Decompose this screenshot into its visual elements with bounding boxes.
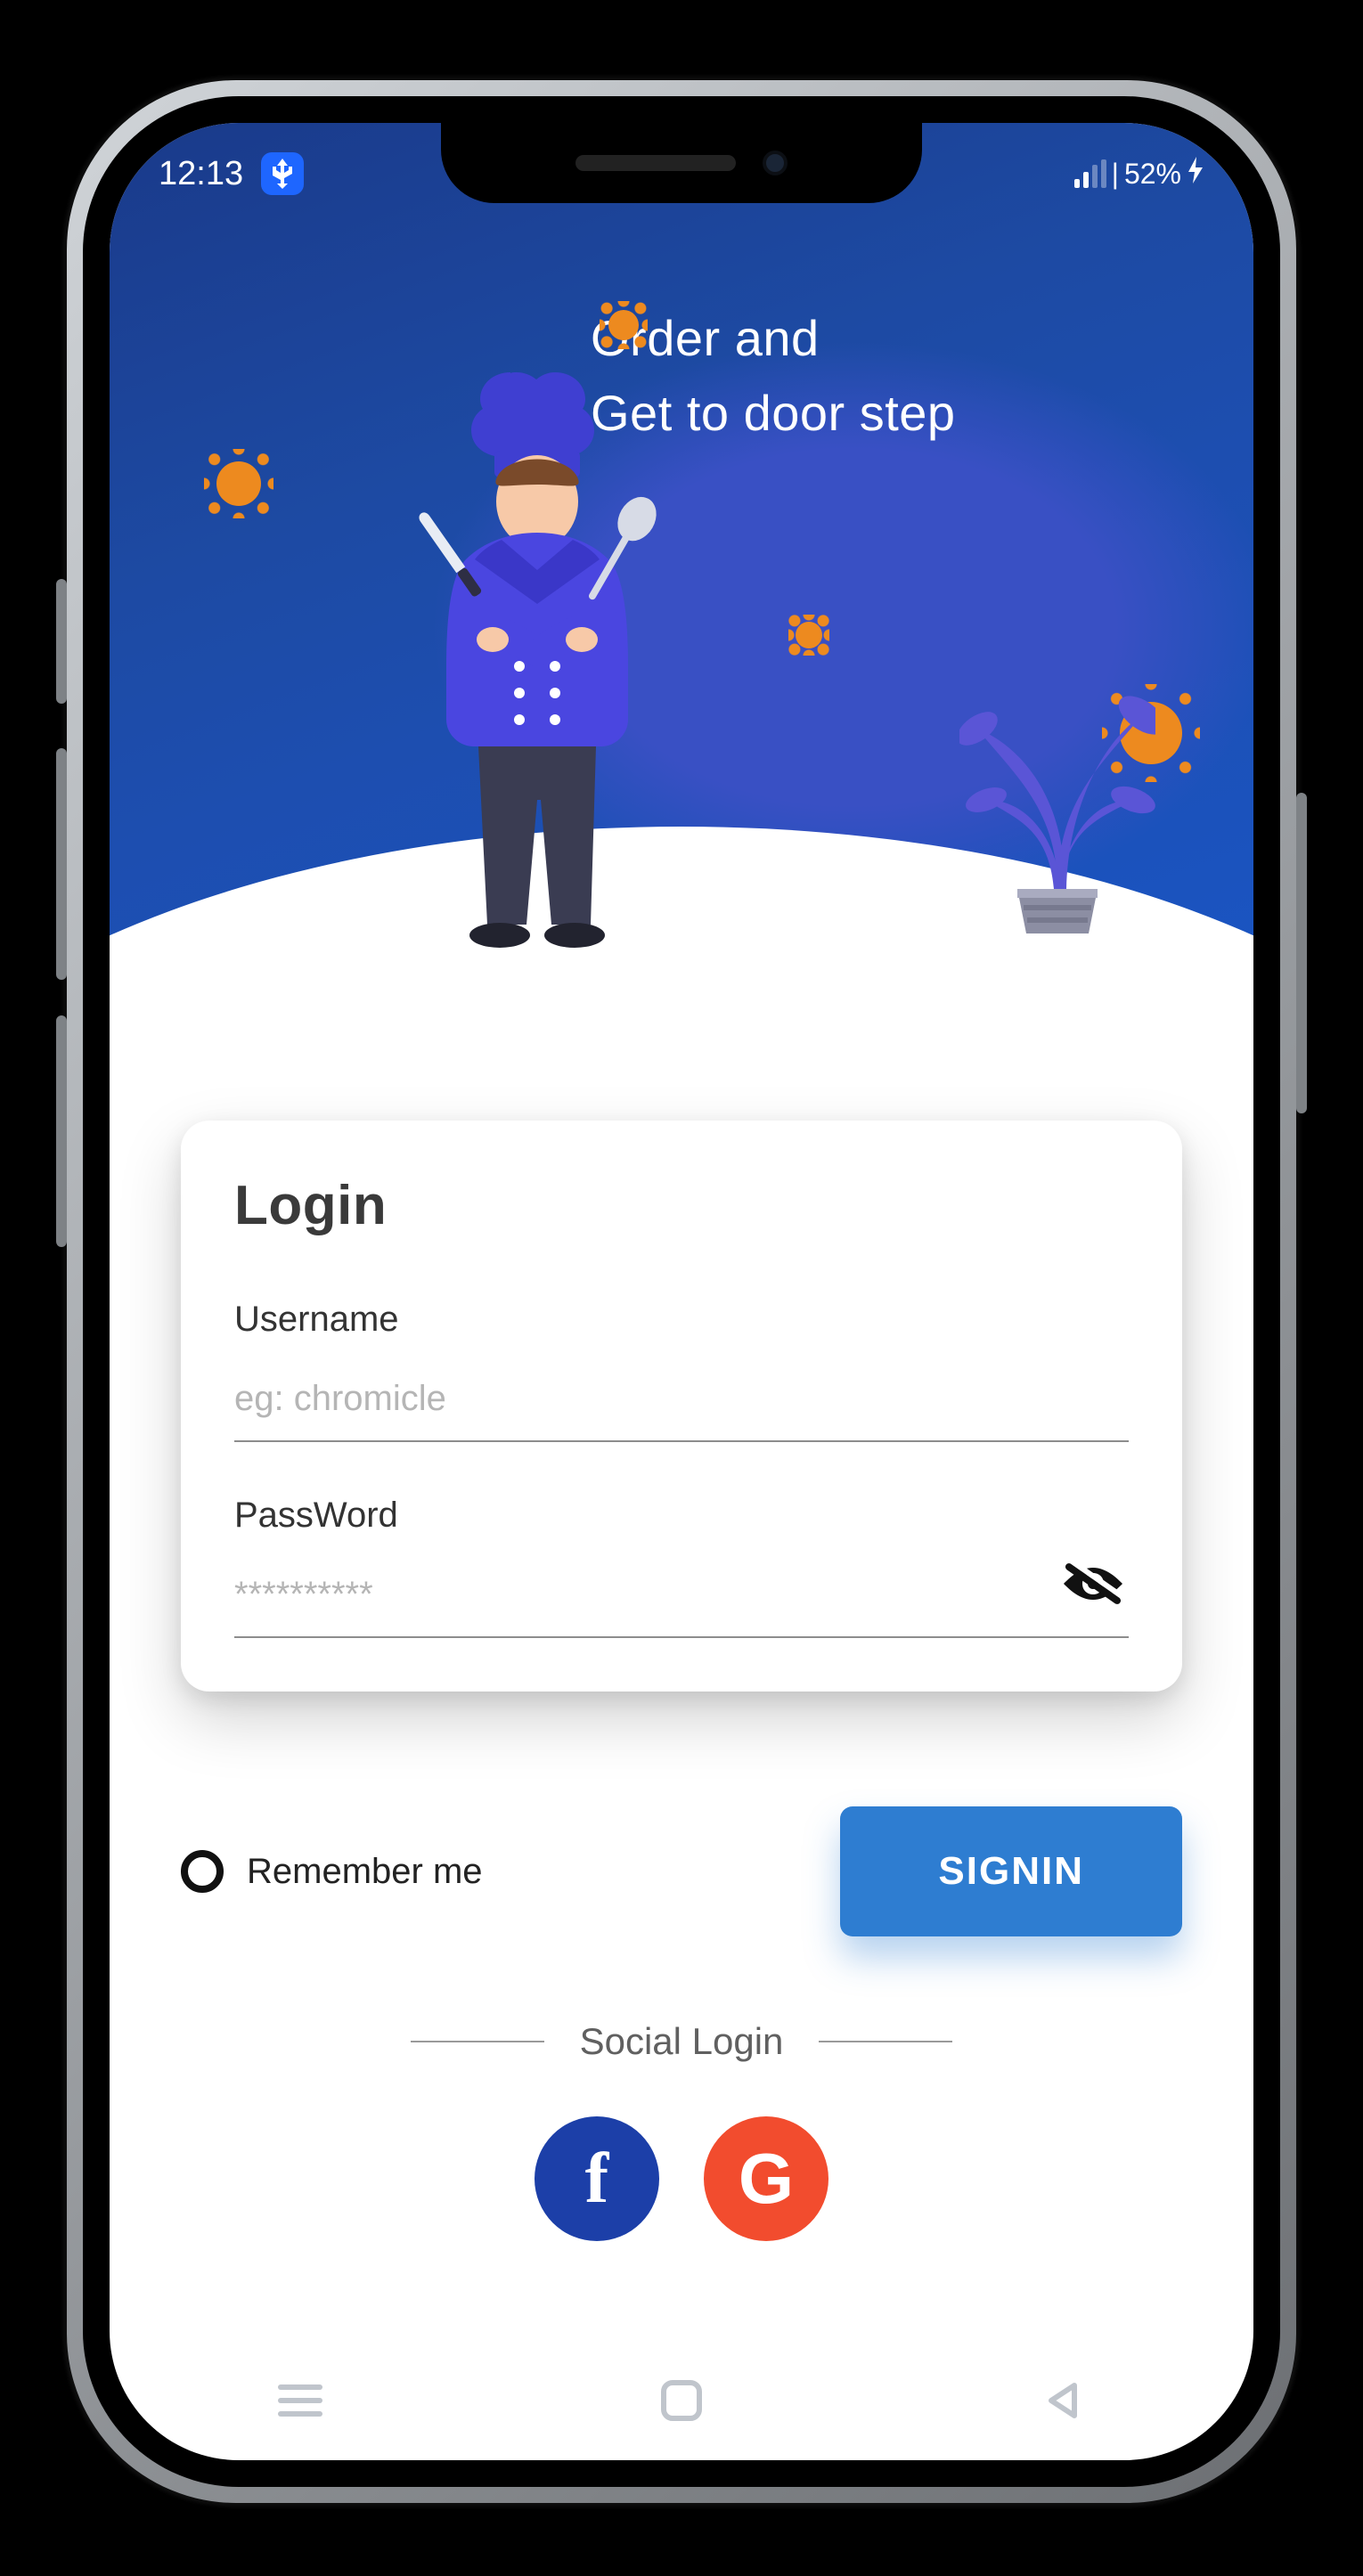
remember-me-toggle[interactable]: Remember me <box>181 1850 483 1893</box>
social-login-section: Social Login f G <box>181 2020 1182 2241</box>
battery-text: 52% <box>1124 158 1181 191</box>
home-button[interactable] <box>655 2376 708 2429</box>
phone-front-camera <box>763 151 788 175</box>
phone-bezel: 12:13 | 52% <box>83 96 1280 2487</box>
status-separator: | <box>1112 158 1119 191</box>
phone-notch <box>441 123 922 203</box>
status-right: | 52% <box>1074 157 1204 191</box>
square-icon <box>661 2380 702 2425</box>
username-input[interactable] <box>234 1379 1129 1419</box>
back-button[interactable] <box>1036 2376 1090 2429</box>
chef-illustration <box>404 346 689 987</box>
android-nav-bar <box>110 2344 1253 2460</box>
decor-burst-icon <box>608 310 639 340</box>
charging-icon <box>1187 157 1204 191</box>
phone-frame: 12:13 | 52% <box>67 80 1296 2503</box>
password-field-row <box>234 1568 1129 1638</box>
social-login-title: Social Login <box>580 2020 784 2063</box>
back-triangle-icon <box>1042 2380 1083 2425</box>
username-field-row <box>234 1372 1129 1442</box>
divider-line <box>411 2041 544 2042</box>
password-label: PassWord <box>234 1496 1129 1536</box>
usb-icon <box>261 152 304 195</box>
recents-button[interactable] <box>273 2376 327 2429</box>
canvas: 12:13 | 52% <box>0 0 1363 2576</box>
social-login-title-row: Social Login <box>181 2020 1182 2063</box>
facebook-icon: f <box>585 2139 609 2220</box>
social-buttons: f G <box>181 2116 1182 2241</box>
menu-icon <box>278 2383 322 2423</box>
phone-speaker <box>575 155 736 171</box>
phone-power-button <box>1296 793 1307 1113</box>
status-time: 12:13 <box>159 155 243 193</box>
phone-screen: 12:13 | 52% <box>110 123 1253 2460</box>
login-card: Login Username PassWord <box>181 1121 1182 1692</box>
divider-line <box>819 2041 952 2042</box>
status-left: 12:13 <box>159 152 304 195</box>
signal-icon <box>1074 159 1106 188</box>
remember-me-label: Remember me <box>247 1852 483 1892</box>
eye-off-icon <box>1062 1561 1124 1611</box>
phone-volume-up <box>56 748 67 980</box>
decor-burst-icon <box>796 622 822 648</box>
google-icon: G <box>739 2138 794 2220</box>
password-input[interactable] <box>234 1575 1129 1615</box>
radio-unchecked-icon <box>181 1850 224 1893</box>
signin-button[interactable]: SIGNIN <box>840 1806 1182 1936</box>
username-label: Username <box>234 1300 1129 1340</box>
google-login-button[interactable]: G <box>704 2116 828 2241</box>
decor-burst-icon <box>216 461 261 506</box>
hero-banner: 12:13 | 52% <box>110 123 1253 1040</box>
phone-volume-down <box>56 1015 67 1247</box>
facebook-login-button[interactable]: f <box>535 2116 659 2241</box>
plant-illustration <box>959 666 1155 933</box>
action-row: Remember me SIGNIN <box>181 1806 1182 1936</box>
login-title: Login <box>234 1174 1129 1237</box>
phone-side-button <box>56 579 67 704</box>
toggle-password-visibility-button[interactable] <box>1057 1559 1129 1612</box>
